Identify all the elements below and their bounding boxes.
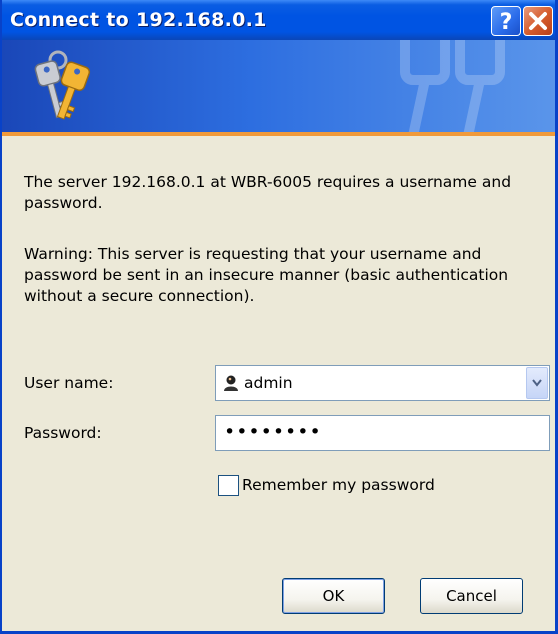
password-field[interactable]: •••••••• xyxy=(215,415,550,451)
username-value[interactable]: admin xyxy=(244,374,293,392)
username-combobox[interactable]: admin xyxy=(215,365,550,401)
user-icon xyxy=(224,375,238,391)
login-dialog: Connect to 192.168.0.1 ? The server 192.… xyxy=(0,0,558,634)
remember-password-checkbox[interactable] xyxy=(218,475,239,496)
help-button[interactable]: ? xyxy=(491,6,521,36)
cancel-button[interactable]: Cancel xyxy=(420,578,523,614)
server-info-text: The server 192.168.0.1 at WBR-6005 requi… xyxy=(24,173,512,212)
help-icon: ? xyxy=(500,10,513,35)
password-label: Password: xyxy=(24,424,102,442)
ok-button[interactable]: OK xyxy=(282,578,385,614)
close-button[interactable] xyxy=(523,6,553,36)
password-value[interactable]: •••••••• xyxy=(224,421,322,443)
keys-watermark-icon xyxy=(400,40,505,132)
close-icon xyxy=(529,12,547,30)
remember-password-label[interactable]: Remember my password xyxy=(242,476,435,494)
chevron-down-icon xyxy=(532,379,542,387)
title-bar[interactable]: Connect to 192.168.0.1 ? xyxy=(2,0,555,40)
security-warning-text: Warning: This server is requesting that … xyxy=(24,245,509,305)
window-title: Connect to 192.168.0.1 xyxy=(10,9,267,31)
username-label: User name: xyxy=(24,374,114,392)
username-dropdown-button[interactable] xyxy=(526,367,548,399)
banner-divider xyxy=(2,132,555,136)
keys-icon xyxy=(34,50,91,120)
header-banner xyxy=(2,40,555,132)
svg-text:?: ? xyxy=(500,10,513,35)
